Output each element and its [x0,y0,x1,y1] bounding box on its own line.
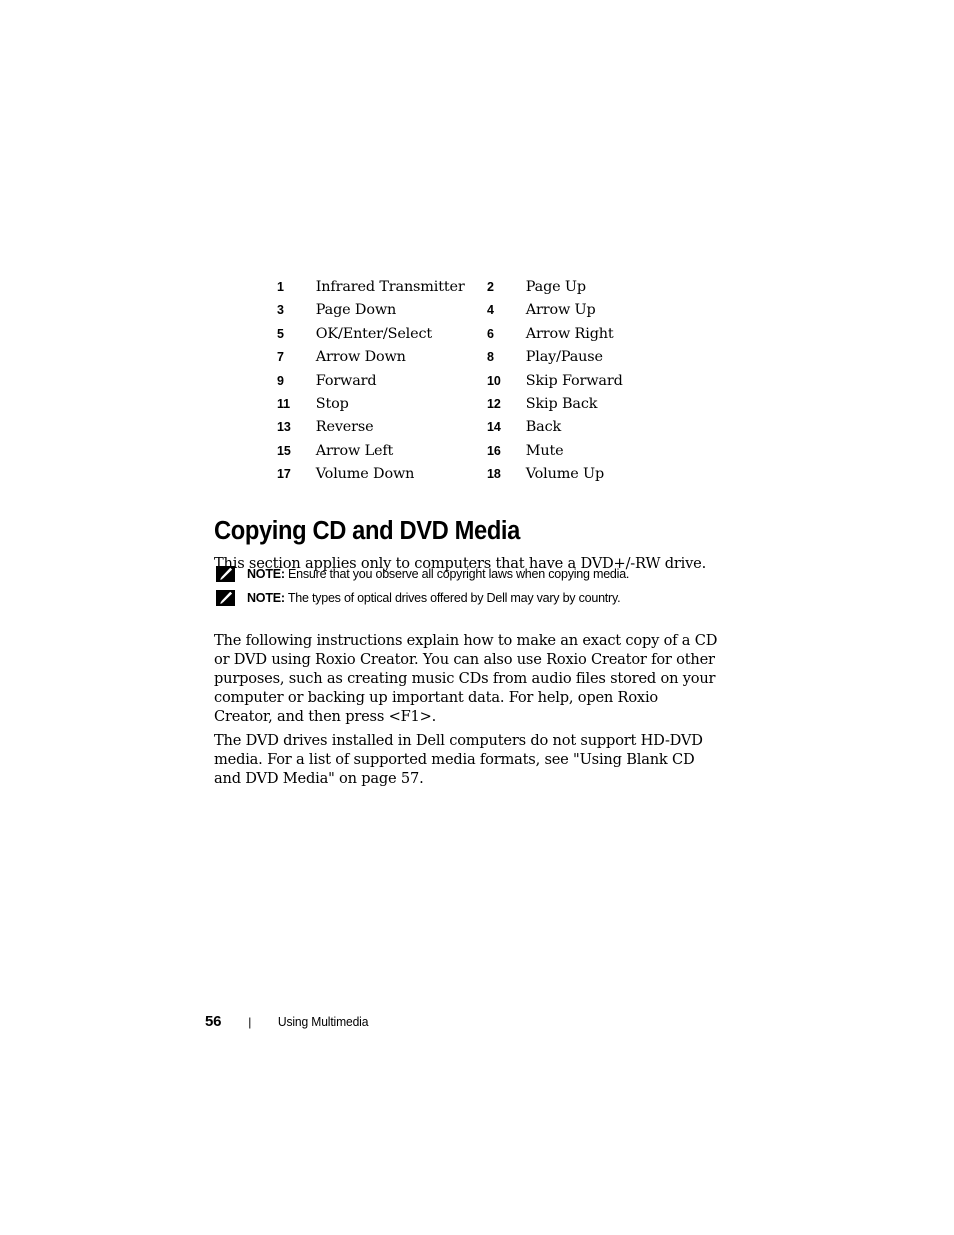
legend-number: 10 [486,373,501,388]
table-row: 7 Arrow Down 8 Play/Pause [277,346,697,369]
table-row: 17 Volume Down 18 Volume Up [277,463,697,486]
pencil-note-icon [216,590,235,606]
legend-number: 16 [486,443,501,458]
roxio-instructions-paragraph: The following instructions explain how t… [214,631,718,726]
pencil-note-icon [216,566,235,582]
legend-label: Volume Down [315,466,415,483]
legend-number: 7 [277,350,284,365]
note-label: NOTE: [247,590,285,605]
table-row: 3 Page Down 4 Arrow Up [277,299,697,322]
legend-number: 2 [486,280,494,294]
note-body: Ensure that you observe all copyright la… [288,566,630,581]
legend-label: OK/Enter/Select [315,325,433,342]
page-title: Copying CD and DVD Media [214,517,520,546]
legend-label: Play/Pause [525,349,603,366]
legend-number: 12 [486,397,501,412]
legend-label: Arrow Left [315,442,394,459]
legend-label: Reverse [315,419,374,436]
legend-label: Volume Up [525,466,605,483]
table-row: 5 OK/Enter/Select 6 Arrow Right [277,323,697,346]
page-number: 56 [205,1013,222,1030]
hddvd-support-paragraph: The DVD drives installed in Dell compute… [214,731,703,787]
table-row: 1 Infrared Transmitter 2 Page Up [277,276,697,299]
legend-label: Page Up [525,279,586,295]
legend-number: 18 [486,467,501,482]
legend-number: 17 [277,467,291,482]
legend-label: Skip Back [525,396,598,413]
legend-number: 5 [277,326,284,341]
legend-label: Arrow Down [315,349,406,366]
legend-number: 1 [277,280,284,294]
note-text-line: NOTE: Ensure that you observe all copyri… [247,565,629,583]
legend-label: Skip Forward [525,372,623,389]
note-callout: NOTE: Ensure that you observe all copyri… [216,565,716,585]
table-row: 9 Forward 10 Skip Forward [277,370,697,393]
legend-label: Stop [315,396,349,413]
table-row: 15 Arrow Left 16 Mute [277,440,697,463]
note-text-line: NOTE: The types of optical drives offere… [247,589,621,607]
note-callout: NOTE: The types of optical drives offere… [216,589,716,609]
legend-label: Page Down [315,302,397,319]
legend-number: 11 [277,397,291,412]
note-body: The types of optical drives offered by D… [287,590,621,605]
legend-label: Mute [525,442,564,459]
table-row: 11 Stop 12 Skip Back [277,393,697,416]
page-footer: 56 | Using Multimedia [205,1013,371,1035]
document-page: 1 Infrared Transmitter 2 Page Up 3 Page … [0,0,954,1235]
legend-number: 4 [486,303,494,318]
legend-number: 14 [486,420,501,435]
legend-label: Forward [315,372,377,389]
table-row: 13 Reverse 14 Back [277,416,697,439]
legend-number: 6 [486,326,494,341]
legend-number: 13 [277,420,291,435]
note-label: NOTE: [247,566,285,581]
legend-label: Infrared Transmitter [315,279,465,295]
legend-label: Arrow Up [525,302,596,319]
legend-number: 9 [277,373,284,388]
footer-chapter-title: Using Multimedia [278,1015,369,1029]
legend-label: Back [525,419,562,436]
legend-table-body: 1 Infrared Transmitter 2 Page Up 3 Page … [277,276,697,487]
legend-number: 3 [277,303,284,318]
legend-label: Arrow Right [525,325,614,342]
legend-number: 15 [277,443,291,458]
footer-separator: | [248,1015,252,1029]
legend-number: 8 [486,350,494,365]
remote-control-legend-table: 1 Infrared Transmitter 2 Page Up 3 Page … [277,276,697,487]
